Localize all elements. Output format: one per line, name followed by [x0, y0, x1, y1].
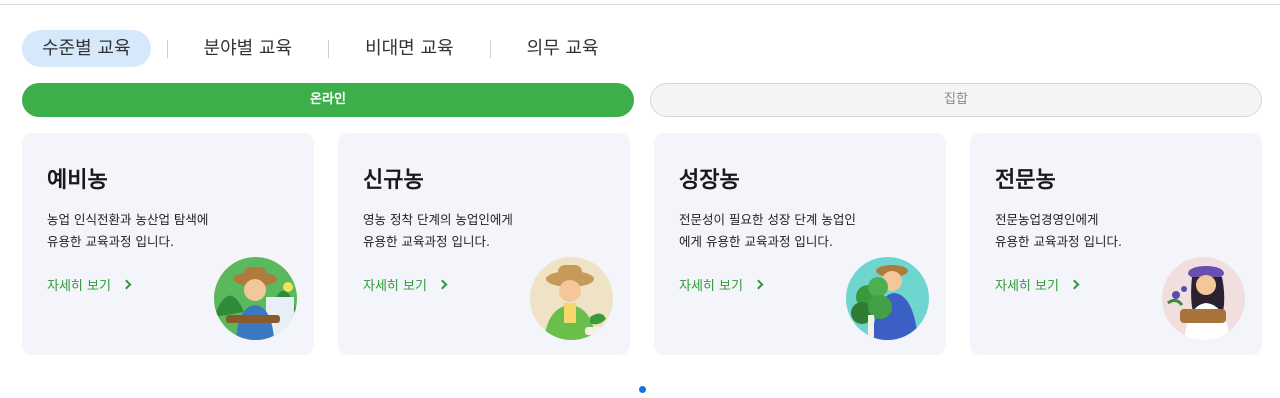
- more-link[interactable]: 자세히 보기: [995, 275, 1080, 294]
- tab-field[interactable]: 분야별 교육: [184, 30, 313, 67]
- more-link[interactable]: 자세히 보기: [679, 275, 764, 294]
- card-description-line: 유용한 교육과정 입니다.: [995, 234, 1122, 249]
- farmer-avatar-illustration: [846, 257, 929, 340]
- more-link-label: 자세히 보기: [47, 279, 111, 294]
- card-description-line: 영농 정착 단계의 농업인에게: [363, 212, 513, 227]
- card-title: 성장농: [679, 168, 740, 193]
- online-toggle-button[interactable]: 온라인: [22, 83, 634, 117]
- tab-mandatory[interactable]: 의무 교육: [507, 30, 619, 67]
- carousel-page-indicator[interactable]: [639, 386, 646, 393]
- card-prospective-farmer[interactable]: 예비농 농업 인식전환과 농산업 탐색에 유용한 교육과정 입니다. 자세히 보…: [22, 133, 314, 355]
- card-new-farmer[interactable]: 신규농 영농 정착 단계의 농업인에게 유용한 교육과정 입니다. 자세히 보기: [338, 133, 630, 355]
- more-link-label: 자세히 보기: [995, 279, 1059, 294]
- more-link[interactable]: 자세히 보기: [47, 275, 132, 294]
- card-title: 예비농: [47, 168, 108, 193]
- offline-toggle-button[interactable]: 집합: [650, 83, 1262, 117]
- card-title: 신규농: [363, 168, 424, 193]
- tab-divider: [489, 39, 491, 58]
- card-description-line: 유용한 교육과정 입니다.: [363, 234, 490, 249]
- farmer-avatar-illustration: [214, 257, 297, 340]
- chevron-right-icon: [753, 279, 764, 290]
- farmer-avatar-illustration: [1162, 257, 1245, 340]
- card-description: 영농 정착 단계의 농업인에게 유용한 교육과정 입니다.: [363, 209, 563, 253]
- more-link-label: 자세히 보기: [363, 279, 427, 294]
- chevron-right-icon: [437, 279, 448, 290]
- more-link-label: 자세히 보기: [679, 279, 743, 294]
- card-description-line: 에게 유용한 교육과정 입니다.: [679, 234, 833, 249]
- card-description-line: 유용한 교육과정 입니다.: [47, 234, 174, 249]
- education-tabs: 수준별 교육 분야별 교육 비대면 교육 의무 교육: [22, 30, 619, 67]
- card-growing-farmer[interactable]: 성장농 전문성이 필요한 성장 단계 농업인 에게 유용한 교육과정 입니다. …: [654, 133, 946, 355]
- card-expert-farmer[interactable]: 전문농 전문농업경영인에게 유용한 교육과정 입니다. 자세히 보기: [970, 133, 1262, 355]
- card-description-line: 전문성이 필요한 성장 단계 농업인: [679, 212, 856, 227]
- card-description: 농업 인식전환과 농산업 탐색에 유용한 교육과정 입니다.: [47, 209, 247, 253]
- card-description: 전문농업경영인에게 유용한 교육과정 입니다.: [995, 209, 1195, 253]
- card-description-line: 농업 인식전환과 농산업 탐색에: [47, 212, 209, 227]
- card-description: 전문성이 필요한 성장 단계 농업인 에게 유용한 교육과정 입니다.: [679, 209, 879, 253]
- tab-divider: [166, 39, 168, 58]
- card-title: 전문농: [995, 168, 1056, 193]
- tab-divider: [328, 39, 330, 58]
- card-description-line: 전문농업경영인에게: [995, 212, 1099, 227]
- top-divider: [0, 4, 1280, 5]
- chevron-right-icon: [121, 279, 132, 290]
- farmer-avatar-illustration: [530, 257, 613, 340]
- chevron-right-icon: [1069, 279, 1080, 290]
- tab-remote[interactable]: 비대면 교육: [345, 30, 474, 67]
- tab-level[interactable]: 수준별 교육: [22, 30, 151, 67]
- more-link[interactable]: 자세히 보기: [363, 275, 448, 294]
